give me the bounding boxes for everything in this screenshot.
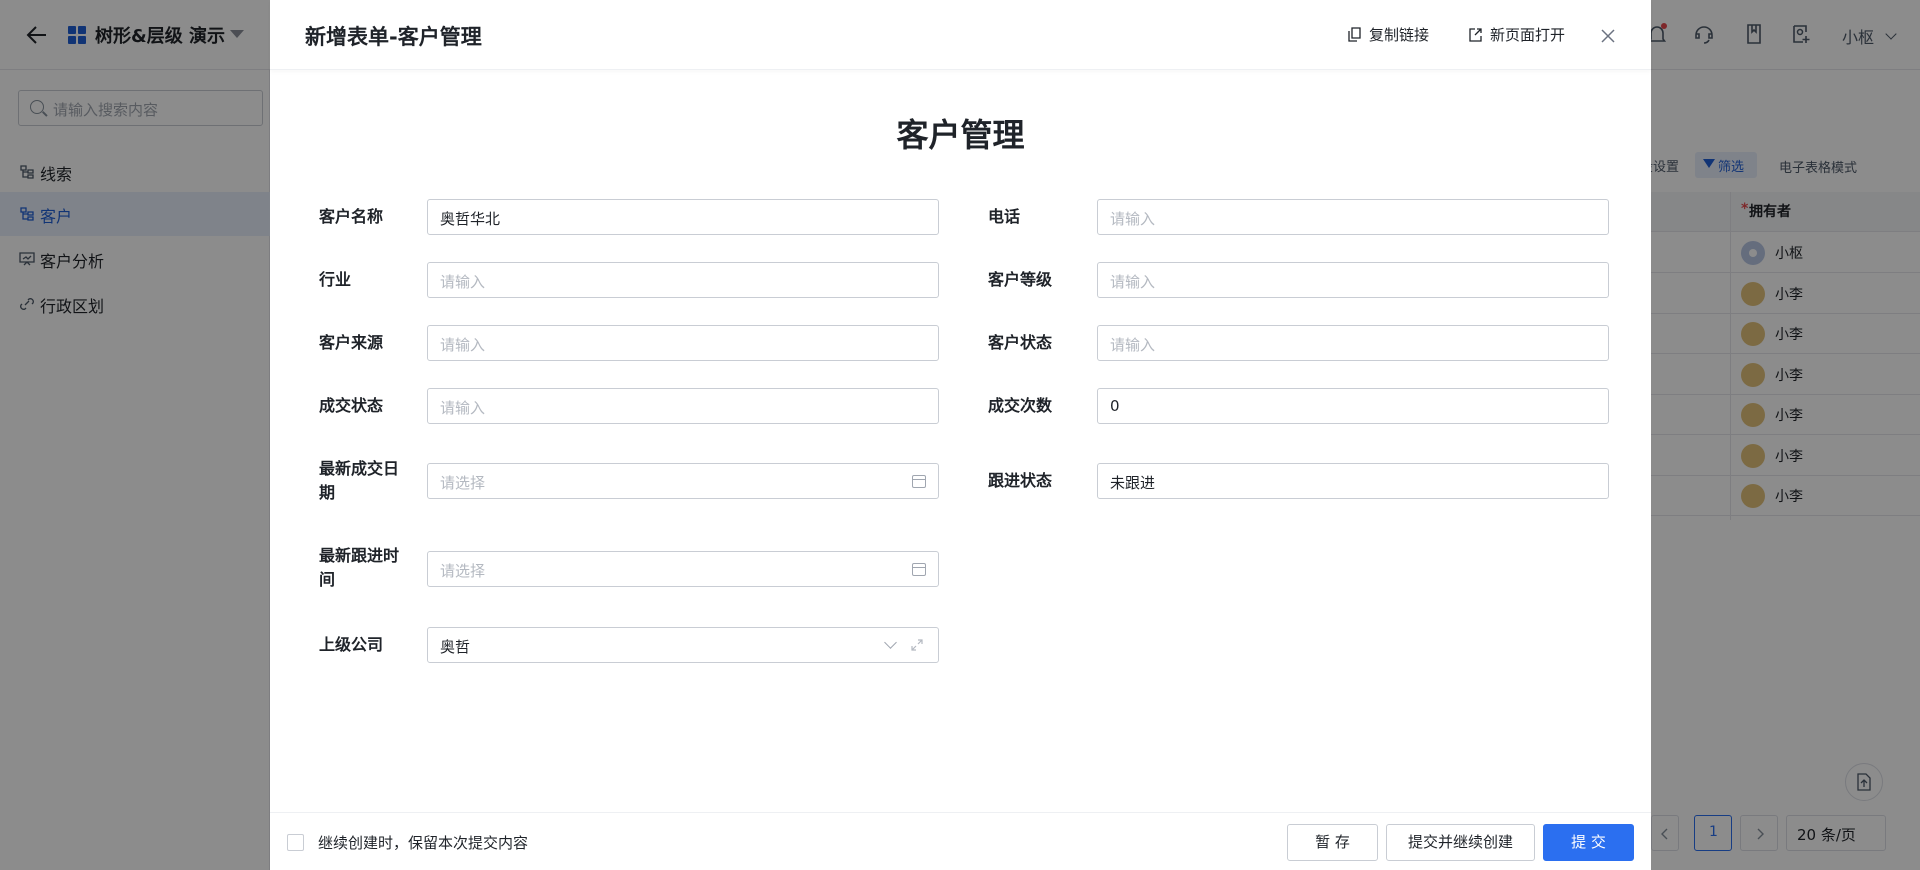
customer-source-label: 客户来源 <box>319 333 384 352</box>
submit-continue-button[interactable]: 提交并继续创建 <box>1386 824 1535 861</box>
copy-link-label: 复制链接 <box>1369 26 1430 44</box>
customer-status-label: 客户状态 <box>988 333 1053 352</box>
label-line: 期 <box>319 483 336 502</box>
latest-follow-time-picker[interactable]: 请选择 <box>427 551 939 587</box>
submit-button[interactable]: 提 交 <box>1543 824 1634 861</box>
deal-status-input[interactable]: 请输入 <box>427 388 939 424</box>
keep-content-checkbox[interactable] <box>287 834 304 851</box>
close-icon[interactable] <box>1599 27 1617 45</box>
deal-status-placeholder: 请输入 <box>440 399 486 417</box>
open-new-page-button[interactable]: 新页面打开 <box>1469 24 1579 46</box>
customer-level-input[interactable]: 请输入 <box>1097 262 1609 298</box>
new-form-drawer: 新增表单-客户管理 复制链接 新页面打开 客户管理 客户名称 奥哲华北 电话 请… <box>270 0 1651 870</box>
customer-name-value: 奥哲华北 <box>440 210 501 228</box>
customer-source-input[interactable]: 请输入 <box>427 325 939 361</box>
industry-label: 行业 <box>319 270 352 289</box>
latest-deal-date-picker[interactable]: 请选择 <box>427 463 939 499</box>
customer-name-label: 客户名称 <box>319 207 384 226</box>
customer-level-label: 客户等级 <box>988 270 1053 289</box>
parent-company-select[interactable]: 奥哲 <box>427 627 939 663</box>
parent-company-label: 上级公司 <box>319 635 384 654</box>
phone-placeholder: 请输入 <box>1110 210 1156 228</box>
latest-follow-time-label: 最新跟进时 间 <box>319 544 399 592</box>
parent-company-value: 奥哲 <box>440 638 471 656</box>
drawer-footer: 继续创建时，保留本次提交内容 暂 存 提交并继续创建 提 交 <box>270 812 1651 870</box>
drawer-title: 新增表单-客户管理 <box>305 25 482 49</box>
latest-deal-date-label: 最新成交日 期 <box>319 457 399 505</box>
customer-source-placeholder: 请输入 <box>440 336 486 354</box>
customer-status-input[interactable]: 请输入 <box>1097 325 1609 361</box>
customer-status-placeholder: 请输入 <box>1110 336 1156 354</box>
calendar-icon <box>912 475 926 488</box>
label-line: 最新成交日 <box>319 459 400 478</box>
expand-icon[interactable] <box>910 638 924 652</box>
latest-deal-date-placeholder: 请选择 <box>440 474 486 492</box>
industry-input[interactable]: 请输入 <box>427 262 939 298</box>
deal-count-value: 0 <box>1110 397 1120 415</box>
industry-placeholder: 请输入 <box>440 273 486 291</box>
label-line: 间 <box>319 570 336 589</box>
form-title: 客户管理 <box>896 116 1025 154</box>
external-link-icon <box>1469 28 1482 42</box>
copy-link-button[interactable]: 复制链接 <box>1348 24 1443 46</box>
deal-count-label: 成交次数 <box>988 396 1053 415</box>
latest-follow-time-placeholder: 请选择 <box>440 562 486 580</box>
deal-status-label: 成交状态 <box>319 396 384 415</box>
follow-status-input[interactable]: 未跟进 <box>1097 463 1609 499</box>
drawer-header: 新增表单-客户管理 复制链接 新页面打开 <box>270 0 1651 70</box>
customer-level-placeholder: 请输入 <box>1110 273 1156 291</box>
customer-name-input[interactable]: 奥哲华北 <box>427 199 939 235</box>
label-line: 最新跟进时 <box>319 546 400 565</box>
chevron-down-icon[interactable] <box>884 636 897 649</box>
open-new-page-label: 新页面打开 <box>1490 26 1566 44</box>
keep-content-label[interactable]: 继续创建时，保留本次提交内容 <box>318 832 528 853</box>
phone-label: 电话 <box>988 207 1021 226</box>
follow-status-label: 跟进状态 <box>988 471 1053 490</box>
copy-icon <box>1348 27 1361 42</box>
follow-status-value: 未跟进 <box>1110 474 1156 492</box>
deal-count-input[interactable]: 0 <box>1097 388 1609 424</box>
calendar-icon <box>912 563 926 576</box>
phone-input[interactable]: 请输入 <box>1097 199 1609 235</box>
save-draft-button[interactable]: 暂 存 <box>1287 824 1378 861</box>
